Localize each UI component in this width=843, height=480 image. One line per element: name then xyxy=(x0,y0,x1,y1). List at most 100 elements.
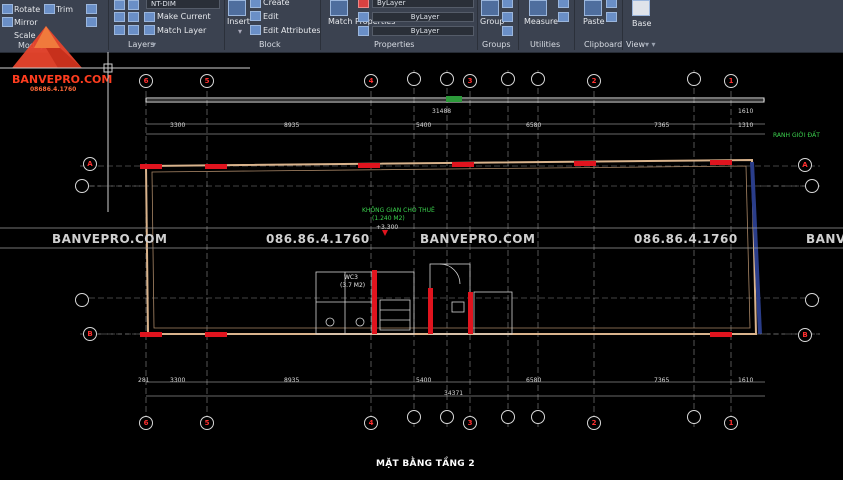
edit-block-icon[interactable] xyxy=(250,11,261,21)
subgrid-bubble xyxy=(440,410,454,424)
grid-label-top: 1 xyxy=(724,74,738,88)
subgrid-bubble xyxy=(687,72,701,86)
linetype-icon xyxy=(358,12,369,22)
properties-panel-label[interactable]: Properties xyxy=(374,40,414,49)
dim-bottom: 5400 xyxy=(416,377,432,384)
column-marker xyxy=(428,288,433,334)
make-current-icon[interactable] xyxy=(144,12,155,22)
layer-iso-icon[interactable] xyxy=(114,12,125,22)
utility-icon[interactable] xyxy=(558,12,569,22)
column-marker xyxy=(358,163,380,168)
groups-panel-label[interactable]: Groups xyxy=(482,40,511,49)
match-layer-icon[interactable] xyxy=(144,25,155,35)
floor-plan-drawing xyxy=(0,52,843,427)
lineweight-dropdown[interactable]: ByLayer xyxy=(372,26,474,36)
utility-icon[interactable] xyxy=(558,0,569,8)
space-area: (1.240 M2) xyxy=(372,215,405,222)
grid-label-top: 5 xyxy=(200,74,214,88)
layer-walk-icon[interactable] xyxy=(128,25,139,35)
grid-label-bottom: 1 xyxy=(724,416,738,430)
dim-top: 8935 xyxy=(284,122,300,129)
copy-icon[interactable] xyxy=(606,12,617,22)
column-marker xyxy=(710,332,732,337)
grid-label-side: B xyxy=(83,327,97,341)
watermark-phone: 086.86.4.1760 xyxy=(266,232,370,246)
block-panel-label[interactable]: Block xyxy=(259,40,281,49)
dim-bottom: 8935 xyxy=(284,377,300,384)
group-select-icon[interactable] xyxy=(502,26,513,36)
group-icon[interactable] xyxy=(481,0,499,16)
layers-panel-label[interactable]: Layers xyxy=(128,40,154,49)
ungroup-icon[interactable] xyxy=(502,0,513,8)
edit-block-button[interactable]: Edit xyxy=(263,12,279,22)
boundary-label: RANH GIỚI ĐẤT xyxy=(773,132,820,139)
grid-label-top: 2 xyxy=(587,74,601,88)
dim-top-right: 1610 xyxy=(738,108,754,115)
measure-button[interactable]: Measure xyxy=(524,17,558,27)
drawing-canvas[interactable]: BANVEPRO.COM 086.86.4.1760 BANVEPRO.COM … xyxy=(0,52,843,480)
layer-dropdown[interactable]: NT-DIM xyxy=(146,0,220,9)
edit-attributes-icon[interactable] xyxy=(250,25,261,35)
color-icon xyxy=(358,0,369,8)
layer-freeze-icon[interactable] xyxy=(128,0,139,10)
subgrid-bubble xyxy=(531,410,545,424)
insert-dropdown-arrow[interactable]: ▾ xyxy=(238,27,242,37)
view-panel-label[interactable]: View xyxy=(626,40,645,49)
base-view-button[interactable]: Base xyxy=(632,19,651,29)
column-marker xyxy=(205,164,227,169)
clipboard-panel-label[interactable]: Clipboard xyxy=(584,40,622,49)
column-marker xyxy=(205,332,227,337)
group-button[interactable]: Group xyxy=(480,17,504,27)
grid-label-bottom: 6 xyxy=(139,416,153,430)
utilities-panel-label[interactable]: Utilities xyxy=(530,40,560,49)
layer-off-icon[interactable] xyxy=(128,12,139,22)
wc-area: (3.7 M2) xyxy=(340,282,366,289)
column-marker xyxy=(140,164,162,169)
dim-bottom-total: 34371 xyxy=(444,390,464,397)
separator xyxy=(477,0,478,50)
subgrid-bubble xyxy=(501,72,515,86)
grid-label-bottom: 5 xyxy=(200,416,214,430)
dim-bottom: 281 xyxy=(138,377,150,384)
make-current-button[interactable]: Make Current xyxy=(157,12,211,22)
grid-label-side: B xyxy=(798,328,812,342)
paste-icon[interactable] xyxy=(584,0,602,16)
grid-label-top: 4 xyxy=(364,74,378,88)
match-layer-button[interactable]: Match Layer xyxy=(157,26,206,36)
match-properties-icon[interactable] xyxy=(330,0,348,16)
column-marker xyxy=(468,292,473,334)
separator xyxy=(320,0,321,50)
edit-attributes-button[interactable]: Edit Attributes xyxy=(263,26,321,36)
column-marker xyxy=(710,160,732,165)
base-view-icon[interactable] xyxy=(632,0,650,16)
paste-button[interactable]: Paste xyxy=(583,17,605,27)
dim-top: 1310 xyxy=(738,122,754,129)
view-panel-dropdown-arrow[interactable]: ▾ ▾ xyxy=(645,40,656,49)
ribbon: Rotate Trim Mirror Scale Modify NT-DIM M… xyxy=(0,0,843,53)
create-block-button[interactable]: Create xyxy=(263,0,290,8)
cut-icon[interactable] xyxy=(606,0,617,8)
dim-top-total: 31488 xyxy=(432,108,452,115)
dim-top: 6580 xyxy=(526,122,542,129)
insert-button[interactable]: Insert xyxy=(227,17,250,27)
grid-label-bottom: 3 xyxy=(463,416,477,430)
dim-bottom: 3300 xyxy=(170,377,186,384)
subgrid-bubble xyxy=(407,72,421,86)
lineweight-icon xyxy=(358,26,369,36)
measure-icon[interactable] xyxy=(529,0,547,16)
layers-panel-dropdown-arrow[interactable]: ▾ xyxy=(152,40,156,49)
layer-lock-icon[interactable] xyxy=(114,25,125,35)
grid-label-top: 6 xyxy=(139,74,153,88)
insert-icon[interactable] xyxy=(228,0,246,16)
linetype-dropdown[interactable]: ByLayer xyxy=(372,12,474,22)
group-edit-icon[interactable] xyxy=(502,12,513,22)
space-label: KHÔNG GIAN CHO THUÊ xyxy=(362,207,435,214)
column-marker xyxy=(574,161,596,166)
watermark-phone: 086.86.4.1760 xyxy=(634,232,738,246)
level-mark: +3.300 xyxy=(376,224,399,231)
grid-label-bottom: 4 xyxy=(364,416,378,430)
layer-state-icon[interactable] xyxy=(114,0,125,10)
create-block-icon[interactable] xyxy=(250,0,261,8)
column-marker xyxy=(372,270,377,334)
color-dropdown[interactable]: ByLayer xyxy=(372,0,474,8)
